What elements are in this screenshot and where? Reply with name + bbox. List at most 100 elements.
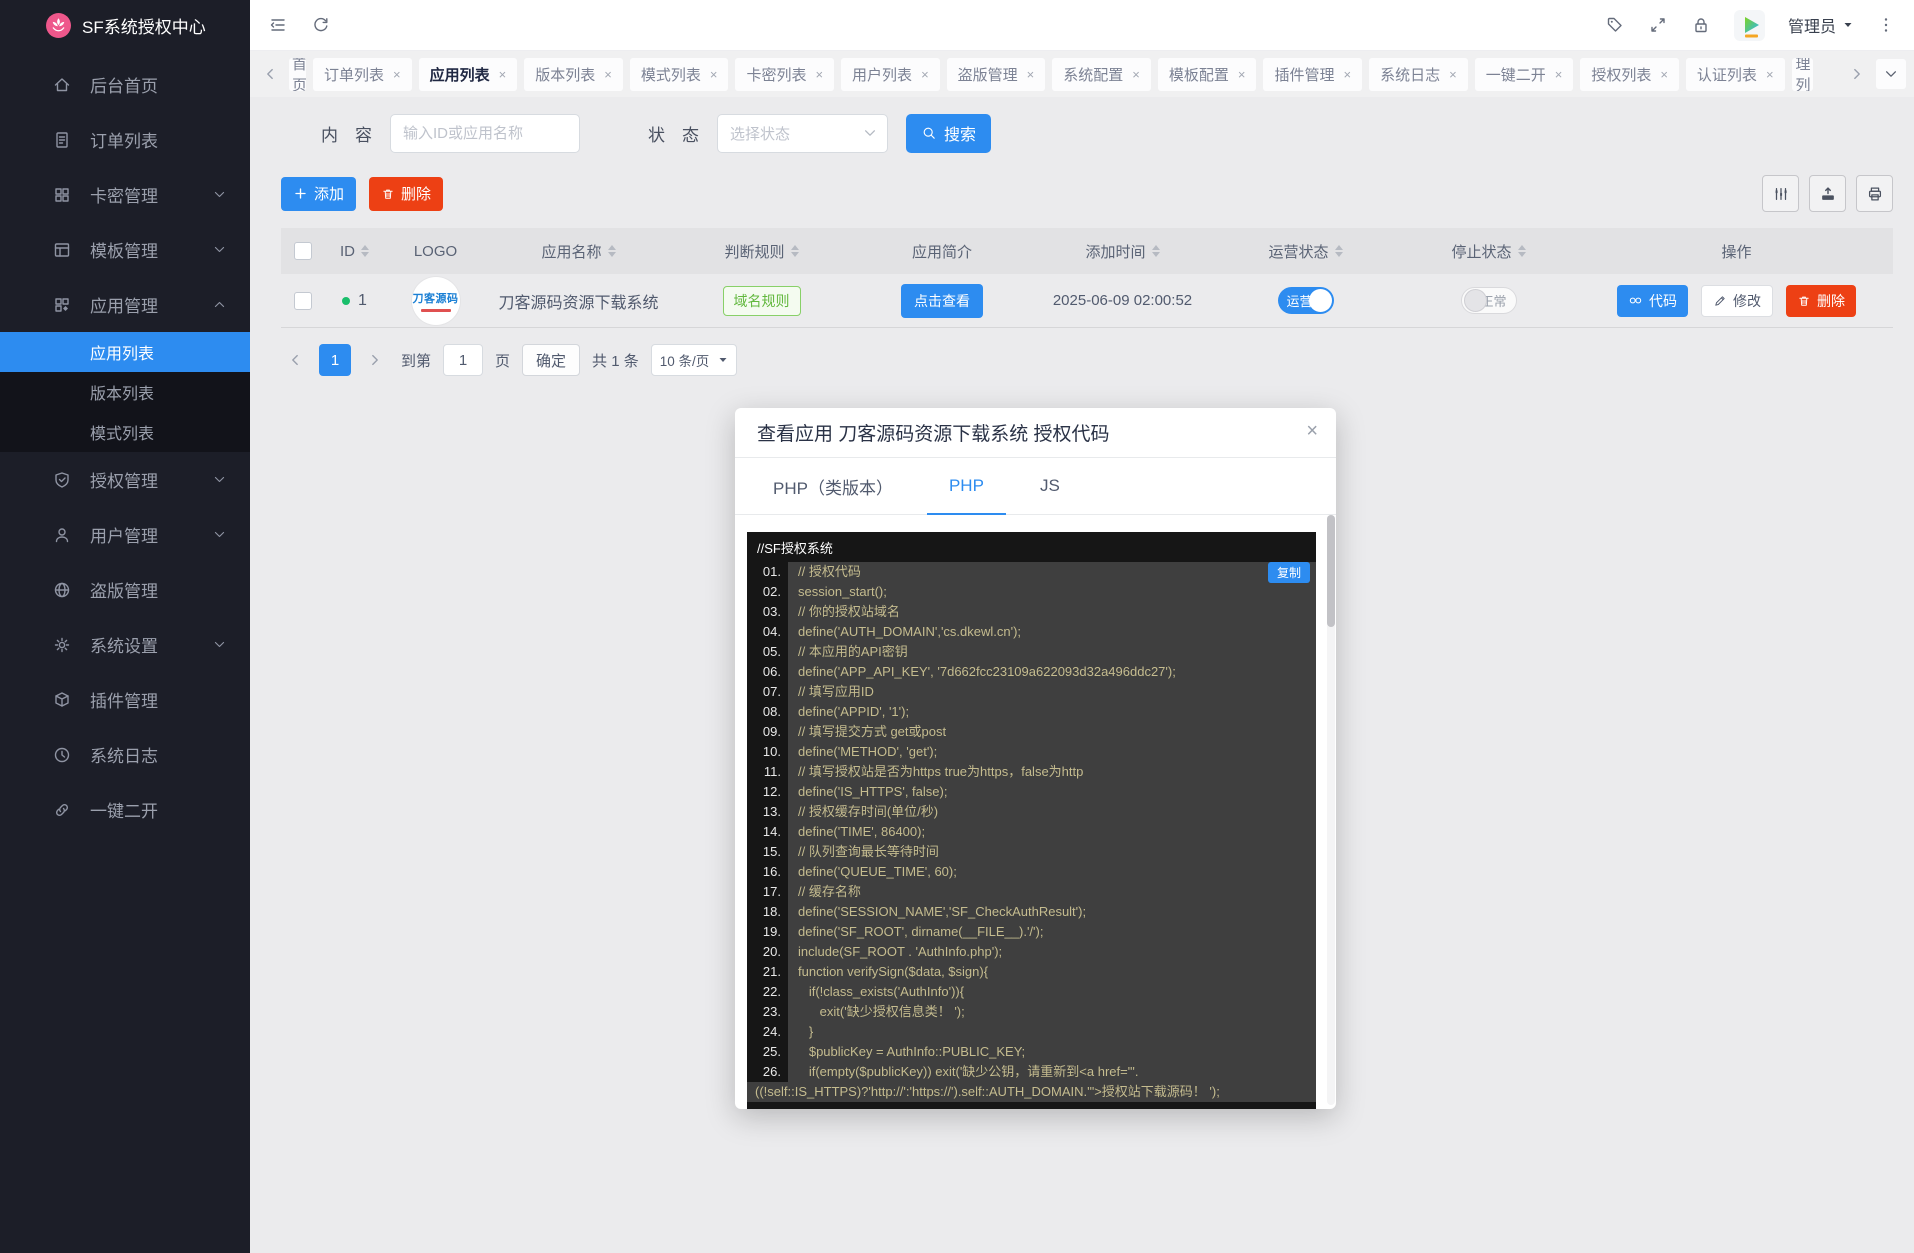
modal-tab-0[interactable]: PHP（类版本） [745,458,921,514]
modal-scrollbar[interactable] [1327,515,1335,1105]
columns-icon[interactable] [1762,175,1799,212]
sort-icon[interactable] [1334,241,1343,261]
sidebar-item-apps[interactable]: 应用管理 [0,277,250,332]
tab-10[interactable]: 插件管理 × [1263,57,1363,91]
tab-close-icon[interactable]: × [1555,67,1563,82]
tab-close-icon[interactable]: × [710,67,718,82]
export-icon[interactable] [1809,175,1846,212]
code-button[interactable]: 代码 [1617,284,1688,317]
sidebar-menu: 后台首页 订单列表 卡密管理 模板管理 应用管理 应用列表 版本列表 模式列表 授权… [0,51,250,1253]
goto-page-input[interactable] [443,344,484,376]
delete-button[interactable]: 删除 [369,176,444,211]
select-all-checkbox[interactable] [294,242,312,260]
view-intro-button[interactable]: 点击查看 [901,283,983,318]
tabs-dropdown-icon[interactable] [1876,59,1906,89]
table-row[interactable]: 1 刀客源码 刀客源码资源下载系统 域名规则 点击查看 2025-06-09 0… [281,274,1893,328]
scroll-tabs-right-icon[interactable] [1845,61,1869,87]
modal-tab-2[interactable]: JS [1012,458,1088,514]
tab-9[interactable]: 模板配置 × [1157,57,1257,91]
tab-13[interactable]: 授权列表 × [1580,57,1679,91]
card-icon [52,185,72,205]
sort-icon[interactable] [607,241,616,261]
tab-close-icon[interactable]: × [1027,67,1035,82]
tab-14[interactable]: 认证列表 × [1685,57,1785,91]
tab-close-icon[interactable]: × [1449,67,1457,82]
tab-2[interactable]: 应用列表 × [418,57,518,91]
search-button[interactable]: 搜索 [906,113,992,153]
sidebar-item-orders[interactable]: 订单列表 [0,112,250,167]
sidebar-item-piracy[interactable]: 盗版管理 [0,562,250,617]
sort-icon[interactable] [790,241,799,261]
avatar[interactable] [1733,9,1765,41]
sidebar-item-auth[interactable]: 授权管理 [0,452,250,507]
tag-icon[interactable] [1605,15,1625,35]
sidebar-item-home[interactable]: 后台首页 [0,57,250,112]
page-button-1[interactable]: 1 [319,344,351,376]
tab-7[interactable]: 盗版管理 × [946,57,1046,91]
fullscreen-icon[interactable] [1648,15,1668,35]
tab-6[interactable]: 用户列表 × [841,57,940,91]
sidebar-subitem-mode-list[interactable]: 模式列表 [0,412,250,452]
add-button[interactable]: 添加 [281,176,357,211]
sidebar-item-users[interactable]: 用户管理 [0,507,250,562]
copy-button[interactable]: 复制 [1267,562,1310,583]
tab-1[interactable]: 订单列表 × [313,57,412,91]
confirm-page-button[interactable]: 确定 [522,344,581,376]
status-select[interactable]: 选择状态 [717,113,888,153]
tab-15[interactable]: 代理列表 × [1791,57,1813,91]
sidebar-subitem-app-list[interactable]: 应用列表 [0,332,250,372]
tab-3[interactable]: 版本列表 × [524,57,623,91]
tab-close-icon[interactable]: × [1132,67,1140,82]
row-checkbox[interactable] [294,291,312,310]
sort-icon[interactable] [1151,241,1160,261]
tab-close-icon[interactable]: × [1238,67,1246,82]
tab-4[interactable]: 模式列表 × [629,57,729,91]
close-modal-icon[interactable]: × [1306,420,1318,443]
scroll-tabs-left-icon[interactable] [258,61,282,87]
tab-close-icon[interactable]: × [604,67,612,82]
tab-5[interactable]: 卡密列表 × [735,57,835,91]
user-menu[interactable]: 管理员 [1788,13,1853,37]
operate-toggle[interactable]: 运营 [1277,287,1334,314]
tab-11[interactable]: 系统日志 × [1369,57,1468,91]
scrollbar-thumb[interactable] [1327,515,1335,627]
stop-toggle[interactable]: 正常 [1460,287,1517,314]
tab-12[interactable]: 一键二开 × [1474,57,1574,91]
menu-fold-icon[interactable] [268,15,288,35]
sidebar-item-templates[interactable]: 模板管理 [0,222,250,277]
code-line: 16. define('QUEUE_TIME', 60); [747,862,1316,882]
app-root: SF系统授权中心 后台首页 订单列表 卡密管理 模板管理 应用管理 应用列表 版本… [0,0,1914,1253]
prev-page-icon[interactable] [281,344,309,376]
code-header: //SF授权系统 [757,541,833,556]
lock-icon[interactable] [1691,15,1711,35]
sidebar-item-settings[interactable]: 系统设置 [0,617,250,672]
sidebar-subitem-version-list[interactable]: 版本列表 [0,372,250,412]
modal-tab-1[interactable]: PHP [921,458,1012,515]
tab-close-icon[interactable]: × [1766,67,1774,82]
tab-8[interactable]: 系统配置 × [1052,57,1151,91]
refresh-icon[interactable] [311,15,331,35]
sort-icon[interactable] [1517,241,1526,261]
tab-close-icon[interactable]: × [393,67,401,82]
sort-icon[interactable] [361,241,369,261]
edit-button[interactable]: 修改 [1701,284,1773,317]
sidebar-item-plugins[interactable]: 插件管理 [0,672,250,727]
tab-0[interactable]: 首页 × [289,57,306,91]
print-icon[interactable] [1856,175,1893,212]
tab-close-icon[interactable]: × [921,67,929,82]
tab-close-icon[interactable]: × [499,67,507,82]
next-page-icon[interactable] [361,344,389,376]
sidebar-item-onekey[interactable]: 一键二开 [0,782,250,837]
code-line: 06. define('APP_API_KEY', '7d662fcc23109a… [747,662,1316,682]
sidebar-item-logs[interactable]: 系统日志 [0,727,250,782]
content-search-input[interactable] [390,113,580,153]
sidebar-item-cards[interactable]: 卡密管理 [0,167,250,222]
more-vertical-icon[interactable] [1876,15,1896,35]
rule-tag: 域名规则 [722,285,801,316]
username: 管理员 [1787,19,1836,36]
tab-close-icon[interactable]: × [1660,67,1668,82]
tab-close-icon[interactable]: × [815,67,823,82]
row-delete-button[interactable]: 删除 [1786,284,1856,317]
per-page-select[interactable]: 10 条/页 [650,344,737,376]
tab-close-icon[interactable]: × [1344,67,1352,82]
